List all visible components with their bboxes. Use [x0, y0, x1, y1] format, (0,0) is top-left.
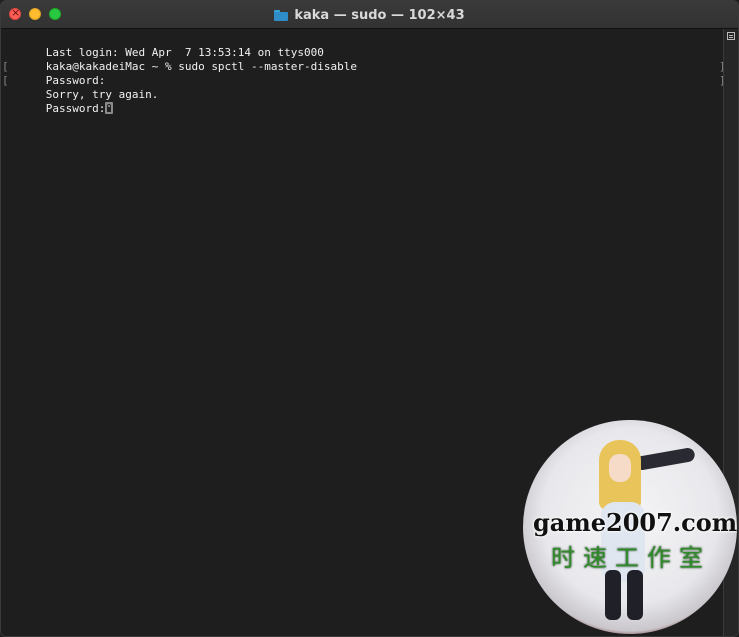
window-title-group: kaka — sudo — 102×43 — [1, 1, 738, 29]
folder-icon — [274, 9, 289, 21]
watermark-chinese-text: 时速工作室 — [551, 544, 711, 572]
terminal-prompt-line: Password: — [6, 88, 724, 115]
terminal-line: [kaka@kakadeiMac ~ % sudo spctl --master… — [2, 46, 726, 73]
title-bar[interactable]: kaka — sudo — 102×43 — [1, 1, 738, 29]
terminal-window: kaka — sudo — 102×43 Last login: Wed Apr… — [0, 0, 739, 637]
terminal-line: [Password:] — [2, 60, 726, 87]
watermark-leg-left — [605, 570, 621, 620]
watermark-arm — [634, 446, 696, 472]
watermark-site-text: game2007.com — [533, 508, 737, 537]
watermark-badge: game2007.com 时速工作室 — [523, 420, 737, 634]
watermark-face — [609, 454, 631, 482]
terminal-line: Sorry, try again. — [6, 74, 724, 101]
key-cursor-icon — [105, 102, 114, 114]
terminal-line: Last login: Wed Apr 7 13:53:14 on ttys00… — [6, 32, 724, 59]
scrollbar-menu-icon[interactable] — [727, 32, 735, 40]
watermark-leg-right — [627, 570, 643, 620]
window-title: kaka — sudo — 102×43 — [294, 7, 465, 23]
terminal-line-text: Password: — [45, 102, 106, 115]
